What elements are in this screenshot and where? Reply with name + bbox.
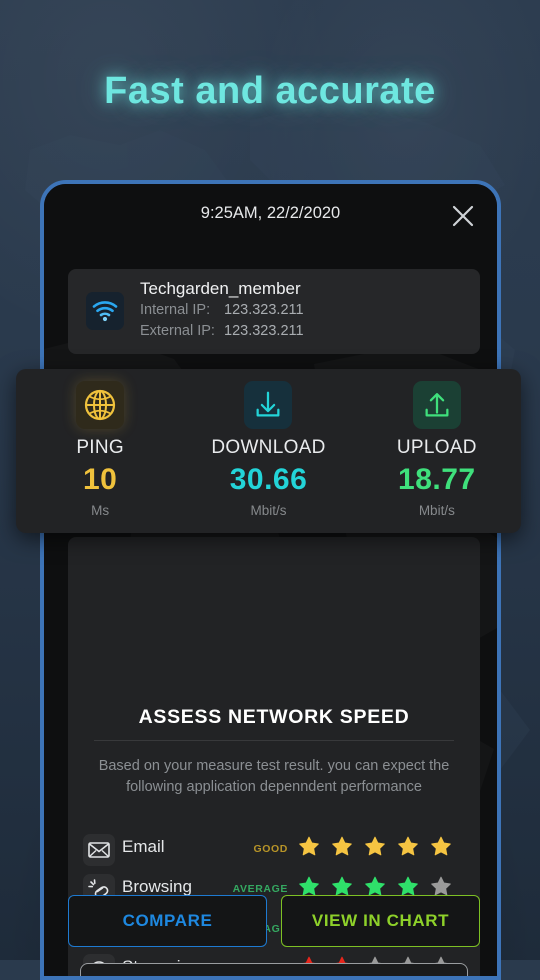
star-icon — [331, 835, 353, 857]
divider — [94, 740, 454, 741]
globe-icon — [76, 381, 124, 429]
phone-frame: 9:25AM, 22/2/2020 Techgarden_member Inte… — [40, 180, 501, 980]
close-icon-glyph — [449, 202, 477, 230]
star-icon — [298, 835, 320, 857]
download-arrow-icon — [244, 381, 292, 429]
topbar: 9:25AM, 22/2/2020 — [44, 184, 497, 244]
rating-row: Email GOOD — [68, 830, 480, 870]
external-ip-row: External IP:123.323.211 — [140, 323, 304, 339]
internal-ip-row: Internal IP:123.323.211 — [140, 302, 304, 318]
rating-app-label: Browsing — [122, 877, 192, 897]
star-icon — [397, 835, 419, 857]
envelope-icon — [83, 834, 115, 866]
star-icon — [331, 875, 353, 897]
stat-ping-label: PING — [16, 437, 184, 459]
assess-title: ASSESS NETWORK SPEED — [68, 706, 480, 729]
globe-icon-glyph — [83, 388, 117, 422]
stat-download: DOWNLOAD 30.66 Mbit/s — [184, 369, 352, 533]
stat-upload: UPLOAD 18.77 Mbit/s — [353, 369, 521, 533]
star-icon — [430, 835, 452, 857]
rating-stars — [298, 835, 452, 857]
star-icon — [364, 875, 386, 897]
download-arrow-icon-glyph — [252, 389, 284, 421]
rating-grade: AVERAGE — [228, 883, 288, 895]
upload-arrow-icon-glyph — [421, 389, 453, 421]
star-icon — [298, 875, 320, 897]
rating-app-label: Email — [122, 837, 165, 857]
star-icon — [430, 875, 452, 897]
stat-ping: PING 10 Ms — [16, 369, 184, 533]
rating-stars — [298, 875, 452, 897]
stat-download-unit: Mbit/s — [184, 503, 352, 518]
phone-screen: 9:25AM, 22/2/2020 Techgarden_member Inte… — [44, 184, 497, 976]
stat-ping-value: 10 — [16, 463, 184, 497]
wifi-icon-glyph — [92, 300, 118, 322]
page-title: Fast and accurate — [0, 70, 540, 113]
envelope-icon-glyph — [86, 837, 112, 863]
close-icon[interactable] — [449, 202, 477, 230]
stat-download-value: 30.66 — [184, 463, 352, 497]
network-info-card: Techgarden_member Internal IP:123.323.21… — [68, 269, 480, 354]
upload-arrow-icon — [413, 381, 461, 429]
internal-ip-value: 123.323.211 — [224, 302, 304, 318]
star-icon — [397, 875, 419, 897]
rating-grade: GOOD — [228, 843, 288, 855]
stat-upload-label: UPLOAD — [353, 437, 521, 459]
speed-results-panel: PING10MsDOWNLOAD30.66Mbit/sUPLOAD18.77Mb… — [16, 369, 521, 533]
wifi-icon — [86, 292, 124, 330]
next-section-card[interactable] — [80, 963, 468, 976]
external-ip-value: 123.323.211 — [224, 323, 304, 339]
network-ssid: Techgarden_member — [140, 279, 301, 299]
internal-ip-label: Internal IP: — [140, 302, 224, 318]
stat-ping-unit: Ms — [16, 503, 184, 518]
external-ip-label: External IP: — [140, 323, 224, 339]
timestamp: 9:25AM, 22/2/2020 — [44, 204, 497, 223]
stat-upload-value: 18.77 — [353, 463, 521, 497]
assess-description: Based on your measure test result. you c… — [84, 756, 464, 798]
action-buttons: COMPARE VIEW IN CHART — [68, 895, 480, 947]
view-in-chart-button[interactable]: VIEW IN CHART — [281, 895, 480, 947]
stat-upload-unit: Mbit/s — [353, 503, 521, 518]
compare-button[interactable]: COMPARE — [68, 895, 267, 947]
star-icon — [364, 835, 386, 857]
stat-download-label: DOWNLOAD — [184, 437, 352, 459]
